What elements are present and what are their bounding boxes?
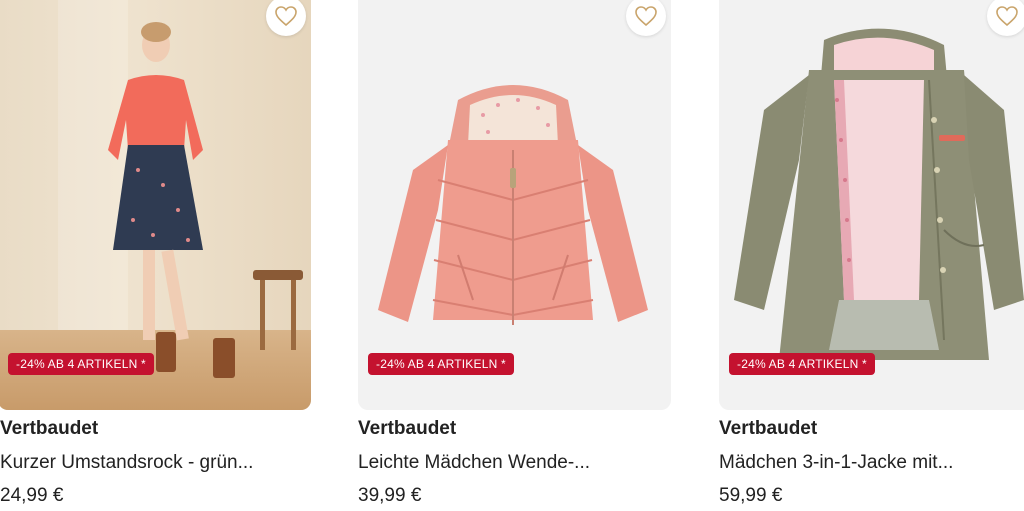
heart-outline-icon <box>275 6 297 27</box>
heart-outline-icon <box>635 6 657 27</box>
discount-badge: -24% AB 4 ARTIKELN * <box>368 353 514 375</box>
model-illustration <box>108 22 303 378</box>
product-brand[interactable]: Vertbaudet <box>719 418 817 440</box>
product-title[interactable]: Leichte Mädchen Wende-... <box>358 452 590 474</box>
product-image[interactable]: -24% AB 4 ARTIKELN * <box>719 0 1024 410</box>
product-brand[interactable]: Vertbaudet <box>358 418 456 440</box>
product-card[interactable]: -24% AB 4 ARTIKELN * Vertbaudet Leichte … <box>358 0 671 511</box>
product-card[interactable]: -24% AB 4 ARTIKELN * Vertbaudet Kurzer U… <box>0 0 311 511</box>
product-price: 59,99 € <box>719 485 783 506</box>
jacket-illustration <box>378 85 648 325</box>
product-image[interactable]: -24% AB 4 ARTIKELN * <box>358 0 671 410</box>
product-brand[interactable]: Vertbaudet <box>0 418 98 440</box>
product-price: 39,99 € <box>358 485 422 506</box>
parka-illustration <box>734 28 1024 360</box>
product-title[interactable]: Mädchen 3-in-1-Jacke mit... <box>719 452 953 474</box>
product-card[interactable]: -24% AB 4 ARTIKELN * Vertbaudet Mädchen … <box>719 0 1024 511</box>
heart-outline-icon <box>996 6 1018 27</box>
discount-badge: -24% AB 4 ARTIKELN * <box>729 353 875 375</box>
product-image[interactable]: -24% AB 4 ARTIKELN * <box>0 0 311 410</box>
favorite-button[interactable] <box>987 0 1024 36</box>
product-title[interactable]: Kurzer Umstandsrock - grün... <box>0 452 253 474</box>
product-price: 24,99 € <box>0 485 64 506</box>
discount-badge: -24% AB 4 ARTIKELN * <box>8 353 154 375</box>
